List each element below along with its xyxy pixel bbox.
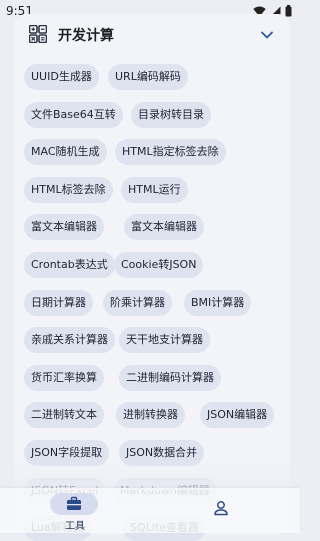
tool-chip-list: UUID生成器 URL编码解码文件Base64互转 目录树转目录 MAC随机生成 HTM… (14, 14, 290, 541)
toolbox-icon (67, 496, 81, 510)
nav-item-user[interactable] (150, 488, 300, 533)
bottom-navigation: 工具 (0, 488, 300, 533)
nav-label-tools: 工具 (65, 521, 85, 532)
tool-chip[interactable]: 亲戚关系计算器 (24, 327, 115, 353)
tool-chip[interactable]: Cookie转JSON (114, 252, 204, 278)
tool-chip[interactable]: 富文本编辑器 (124, 214, 204, 240)
tool-chip[interactable]: 阶乘计算器 (103, 290, 172, 316)
tool-chip[interactable]: 二进制转文本 (24, 402, 104, 428)
tool-chip[interactable]: URL编码解码 (108, 64, 188, 90)
tool-chip[interactable]: 进制转换器 (116, 402, 185, 428)
tool-chip[interactable]: 天干地支计算器 (119, 327, 210, 353)
tool-chip[interactable]: 文件Base64互转 (24, 102, 123, 128)
tool-chip[interactable]: 目录树转目录 (131, 102, 211, 128)
tool-chip[interactable]: HTML运行 (121, 177, 188, 203)
user-icon (214, 501, 228, 516)
tool-chip[interactable]: JSON编辑器 (200, 402, 275, 428)
nav-item-tools[interactable]: 工具 (0, 488, 150, 533)
tool-chip[interactable]: 日期计算器 (24, 290, 93, 316)
tool-chip[interactable]: MAC随机生成 (24, 139, 107, 165)
tool-chip[interactable]: UUID生成器 (24, 64, 99, 90)
tool-chip[interactable]: 货币汇率换算 (24, 365, 104, 391)
tool-chip[interactable]: BMI计算器 (184, 290, 252, 316)
tool-chip[interactable]: 二进制编码计算器 (119, 365, 221, 391)
tool-chip[interactable]: 富文本编辑器 (24, 214, 104, 240)
tool-chip[interactable]: HTML标签去除 (24, 177, 113, 203)
tool-chip[interactable]: Crontab表达式 (24, 252, 115, 278)
tool-chip[interactable]: HTML指定标签去除 (115, 139, 226, 165)
tool-section-card: 开发计算 UUID生成器 URL编码解码 文件Base64互转 目录树转目录 MAC随机… (14, 14, 290, 541)
scroll-fade (0, 460, 300, 490)
